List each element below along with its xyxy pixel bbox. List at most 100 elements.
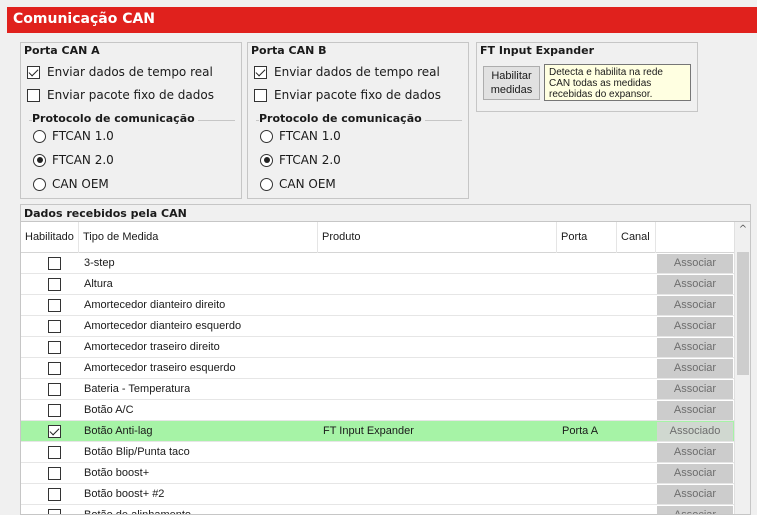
- table-row[interactable]: Amortecedor dianteiro direito Associar: [21, 295, 734, 316]
- table-row[interactable]: Botão boost+ Associar: [21, 463, 734, 484]
- table-row[interactable]: Altura Associar: [21, 274, 734, 295]
- checkbox-icon[interactable]: [48, 467, 61, 480]
- associar-button[interactable]: Associado: [657, 422, 733, 441]
- checkbox-icon[interactable]: [48, 446, 61, 459]
- protocolo-label: Protocolo de comunicação: [32, 112, 198, 125]
- table-row[interactable]: Amortecedor traseiro esquerdo Associar: [21, 358, 734, 379]
- associar-button[interactable]: Associar: [657, 338, 733, 357]
- checkbox-icon[interactable]: [48, 488, 61, 501]
- associar-button[interactable]: Associar: [657, 296, 733, 315]
- row-checkbox[interactable]: [48, 446, 68, 459]
- associar-button[interactable]: Associar: [657, 317, 733, 336]
- checkbox-icon[interactable]: [48, 320, 61, 333]
- radio-icon[interactable]: [260, 177, 273, 191]
- porta-b-enviar-tempo-real[interactable]: Enviar dados de tempo real: [254, 65, 440, 79]
- associar-button[interactable]: Associar: [657, 485, 733, 504]
- col-produto[interactable]: Produto: [318, 222, 557, 253]
- table-row[interactable]: Amortecedor traseiro direito Associar: [21, 337, 734, 358]
- associar-button[interactable]: Associar: [657, 275, 733, 294]
- associar-button[interactable]: Associar: [657, 359, 733, 378]
- row-checkbox[interactable]: [48, 362, 68, 375]
- row-tipo: Bateria - Temperatura: [84, 383, 191, 395]
- table-row[interactable]: Amortecedor dianteiro esquerdo Associar: [21, 316, 734, 337]
- row-checkbox[interactable]: [48, 425, 68, 438]
- vertical-scrollbar[interactable]: ^: [734, 222, 750, 514]
- checkbox-icon[interactable]: [254, 65, 267, 79]
- expander-tooltip: Detecta e habilita na rede CAN todas as …: [544, 64, 691, 101]
- scroll-up-icon[interactable]: ^: [735, 222, 750, 238]
- porta-can-a-panel: Porta CAN A Enviar dados de tempo real E…: [20, 42, 242, 199]
- expander-title: FT Input Expander: [480, 44, 595, 57]
- row-tipo: Amortecedor traseiro esquerdo: [84, 362, 236, 374]
- table-caption: Dados recebidos pela CAN: [21, 205, 750, 222]
- checkbox-icon[interactable]: [48, 362, 61, 375]
- col-porta[interactable]: Porta: [557, 222, 617, 253]
- associar-button[interactable]: Associar: [657, 254, 733, 273]
- row-tipo: Botão Anti-lag: [84, 425, 153, 437]
- row-tipo: Amortecedor dianteiro esquerdo: [84, 320, 242, 332]
- porta-a-canoem-radio[interactable]: CAN OEM: [33, 177, 109, 191]
- row-checkbox[interactable]: [48, 509, 68, 514]
- table-row[interactable]: Botão Blip/Punta taco Associar: [21, 442, 734, 463]
- col-tipo[interactable]: Tipo de Medida: [79, 222, 318, 253]
- porta-b-ftcan2-radio[interactable]: FTCAN 2.0: [260, 153, 341, 167]
- table-header: Habilitado Tipo de Medida Produto Porta …: [21, 222, 734, 253]
- checkbox-icon[interactable]: [48, 341, 61, 354]
- radio-icon[interactable]: [33, 177, 46, 191]
- porta-can-b-title: Porta CAN B: [251, 44, 327, 57]
- window-title: Comunicação CAN: [7, 7, 757, 33]
- associar-button[interactable]: Associar: [657, 443, 733, 462]
- porta-a-enviar-tempo-real[interactable]: Enviar dados de tempo real: [27, 65, 213, 79]
- table-row[interactable]: Botão Anti-lag FT Input Expander Porta A As…: [21, 421, 734, 442]
- porta-a-enviar-pacote[interactable]: Enviar pacote fixo de dados: [27, 88, 214, 102]
- protocolo-label: Protocolo de comunicação: [259, 112, 425, 125]
- radio-icon[interactable]: [260, 129, 273, 143]
- row-checkbox[interactable]: [48, 320, 68, 333]
- row-tipo: Botão de alinhamento: [84, 509, 192, 515]
- radio-icon[interactable]: [33, 129, 46, 143]
- checkbox-icon[interactable]: [48, 257, 61, 270]
- table-row[interactable]: Botão A/C Associar: [21, 400, 734, 421]
- row-produto: FT Input Expander: [323, 425, 414, 437]
- radio-icon[interactable]: [260, 153, 273, 167]
- row-checkbox[interactable]: [48, 404, 68, 417]
- row-checkbox[interactable]: [48, 299, 68, 312]
- checkbox-icon[interactable]: [48, 425, 61, 438]
- col-habilitado[interactable]: Habilitado: [21, 222, 79, 253]
- porta-a-ftcan1-radio[interactable]: FTCAN 1.0: [33, 129, 114, 143]
- checkbox-icon[interactable]: [48, 404, 61, 417]
- checkbox-icon[interactable]: [48, 299, 61, 312]
- checkbox-icon[interactable]: [27, 65, 40, 79]
- row-checkbox[interactable]: [48, 467, 68, 480]
- radio-icon[interactable]: [33, 153, 46, 167]
- associar-button[interactable]: Associar: [657, 464, 733, 483]
- table-row[interactable]: Botão boost+ #2 Associar: [21, 484, 734, 505]
- porta-a-ftcan2-radio[interactable]: FTCAN 2.0: [33, 153, 114, 167]
- row-checkbox[interactable]: [48, 488, 68, 501]
- porta-can-b-panel: Porta CAN B Enviar dados de tempo real E…: [247, 42, 469, 199]
- table-row[interactable]: 3-step Associar: [21, 253, 734, 274]
- row-checkbox[interactable]: [48, 278, 68, 291]
- porta-can-a-title: Porta CAN A: [24, 44, 100, 57]
- checkbox-icon[interactable]: [48, 509, 61, 514]
- table-row[interactable]: Bateria - Temperatura Associar: [21, 379, 734, 400]
- checkbox-icon[interactable]: [48, 278, 61, 291]
- table-row[interactable]: Botão de alinhamento Associar: [21, 505, 734, 515]
- row-tipo: Botão boost+: [84, 467, 150, 479]
- checkbox-icon[interactable]: [27, 88, 40, 102]
- associar-button[interactable]: Associar: [657, 380, 733, 399]
- row-tipo: 3-step: [84, 257, 115, 269]
- associar-button[interactable]: Associar: [657, 506, 733, 514]
- associar-button[interactable]: Associar: [657, 401, 733, 420]
- checkbox-icon[interactable]: [48, 383, 61, 396]
- checkbox-icon[interactable]: [254, 88, 267, 102]
- row-checkbox[interactable]: [48, 257, 68, 270]
- row-checkbox[interactable]: [48, 341, 68, 354]
- porta-b-ftcan1-radio[interactable]: FTCAN 1.0: [260, 129, 341, 143]
- habilitar-medidas-button[interactable]: Habilitar medidas: [483, 66, 540, 100]
- col-canal[interactable]: Canal: [617, 222, 656, 253]
- scroll-thumb[interactable]: [737, 252, 749, 375]
- porta-b-enviar-pacote[interactable]: Enviar pacote fixo de dados: [254, 88, 441, 102]
- row-checkbox[interactable]: [48, 383, 68, 396]
- porta-b-canoem-radio[interactable]: CAN OEM: [260, 177, 336, 191]
